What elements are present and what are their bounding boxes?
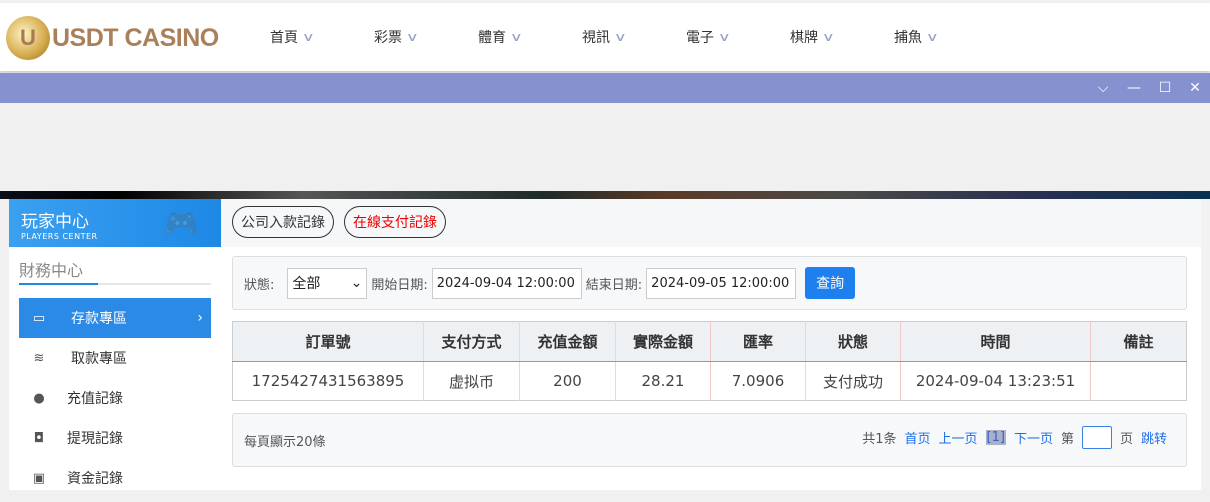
wallet-icon: ◘ xyxy=(33,430,45,446)
col-status: 狀態 xyxy=(805,321,901,362)
logo-text: USDT CASINO xyxy=(52,23,219,52)
current-page[interactable]: [1] xyxy=(985,430,1006,445)
close-icon[interactable]: ✕ xyxy=(1180,73,1210,103)
pagination-bar: 每頁顯示20條 共1条 首页 上一页 [1] 下一页 第 页 跳转 xyxy=(232,413,1187,467)
sidebar-item-label: 取款專區 xyxy=(71,351,127,367)
table-header-row: 訂單號 支付方式 充值金額 實際金額 匯率 狀態 時間 備註 xyxy=(232,321,1187,362)
hand-money-icon: ≋ xyxy=(33,350,45,366)
col-recharge-amount: 充值金額 xyxy=(519,321,616,362)
logo[interactable]: U USDT CASINO xyxy=(6,16,219,60)
goto-suffix: 页 xyxy=(1119,432,1133,447)
col-order-no: 訂單號 xyxy=(232,321,424,362)
card-icon: ▭ xyxy=(32,310,46,326)
main-content: 公司入款記錄 在線支付記錄 狀態: 全部 ⌄ 開始日期: 2024-09-04 1… xyxy=(221,199,1201,490)
sidebar-item-recharge-records[interactable]: ● 充值記錄 xyxy=(19,378,211,418)
section-title: 財務中心 xyxy=(19,257,211,285)
status-value: 全部 xyxy=(292,276,321,292)
sidebar-item-fund-records[interactable]: ▣ 資金記錄 xyxy=(19,458,211,498)
coins-icon: ▣ xyxy=(32,470,46,486)
main-nav: 首頁 ∨ 彩票 ∨ 體育 ∨ 視訊 ∨ 電子 ∨ 棋牌 ∨ 捕魚 ∨ xyxy=(270,3,998,71)
cell-order-no: 1725427431563895 xyxy=(232,361,424,401)
top-navbar: U USDT CASINO 首頁 ∨ 彩票 ∨ 體育 ∨ 視訊 ∨ 電子 ∨ 棋牌 ∨ 捕魚… xyxy=(0,3,1210,71)
sidebar-item-deposit[interactable]: ▭ 存款專區 › xyxy=(19,298,211,338)
scrollbar[interactable] xyxy=(1201,199,1210,490)
sidebar-item-withdraw-records[interactable]: ◘ 提現記錄 xyxy=(19,418,211,458)
nav-label: 棋牌 xyxy=(790,30,818,46)
page-number-input[interactable] xyxy=(1081,426,1112,449)
cell-rate: 7.0906 xyxy=(710,361,806,401)
sidebar-item-withdraw[interactable]: ≋ 取款專區 xyxy=(19,338,211,378)
tab-company-deposit[interactable]: 公司入款記錄 xyxy=(232,206,334,238)
first-page-link[interactable]: 首页 xyxy=(904,428,930,447)
nav-label: 彩票 xyxy=(374,30,402,46)
chevron-down-icon[interactable]: ⌵ xyxy=(1088,73,1118,103)
records-table: 訂單號 支付方式 充值金額 實際金額 匯率 狀態 時間 備註 172542743… xyxy=(232,321,1187,401)
minimize-icon[interactable]: — xyxy=(1119,73,1149,103)
nav-sports[interactable]: 體育 ∨ xyxy=(478,27,582,47)
start-date-label: 開始日期: xyxy=(371,277,428,293)
table-row: 1725427431563895 虚拟币 200 28.21 7.0906 支付… xyxy=(232,361,1187,401)
chevron-down-icon: ∨ xyxy=(613,30,627,44)
sidebar-item-label: 充值記錄 xyxy=(67,391,123,407)
chevron-down-icon: ∨ xyxy=(821,30,835,44)
per-page-text: 每頁顯示20條 xyxy=(244,435,326,450)
query-button[interactable]: 查詢 xyxy=(805,267,856,299)
col-time: 時間 xyxy=(900,321,1091,362)
logo-coin-icon: U xyxy=(6,16,50,60)
cell-status: 支付成功 xyxy=(805,361,901,401)
sidebar-item-label: 資金記錄 xyxy=(67,471,123,487)
sidebar: 玩家中心 PLAYERS CENTER 🎮 財務中心 ▭ 存款專區 › ≋ 取款專區 … xyxy=(9,199,221,490)
sidebar-item-label: 存款專區 xyxy=(71,311,127,327)
nav-label: 體育 xyxy=(478,30,506,46)
next-page-link[interactable]: 下一页 xyxy=(1014,428,1053,447)
chevron-right-icon: › xyxy=(197,310,203,326)
col-remark: 備註 xyxy=(1090,321,1187,362)
sidebar-item-label: 提現記錄 xyxy=(67,431,123,447)
col-actual-amount: 實際金額 xyxy=(615,321,711,362)
end-date-label: 結束日期: xyxy=(585,277,643,293)
record-tabs: 公司入款記錄 在線支付記錄 xyxy=(232,206,446,238)
nav-slots[interactable]: 電子 ∨ xyxy=(686,27,790,47)
cell-remark xyxy=(1091,362,1187,401)
end-date-input[interactable]: 2024-09-05 12:00:00 xyxy=(646,267,797,299)
pagination: 共1条 首页 上一页 [1] 下一页 第 页 跳转 xyxy=(862,426,1167,449)
cell-payment-method: 虚拟币 xyxy=(423,361,520,401)
cell-actual-amount: 28.21 xyxy=(615,361,711,401)
maximize-icon[interactable]: ☐ xyxy=(1150,73,1180,103)
nav-cards[interactable]: 棋牌 ∨ xyxy=(790,27,894,47)
players-center-header: 玩家中心 PLAYERS CENTER 🎮 xyxy=(9,199,221,247)
chevron-down-icon: ∨ xyxy=(509,30,523,44)
nav-lottery[interactable]: 彩票 ∨ xyxy=(374,27,478,47)
chevron-down-icon: ∨ xyxy=(717,30,731,44)
background-banner xyxy=(0,191,1210,199)
nav-label: 視訊 xyxy=(582,30,610,46)
chevron-down-icon: ∨ xyxy=(925,30,939,44)
chevron-down-icon: ∨ xyxy=(301,30,315,44)
filter-bar: 狀態: 全部 ⌄ 開始日期: 2024-09-04 12:00:00 結束日期: … xyxy=(232,256,1187,310)
nav-label: 電子 xyxy=(686,30,714,46)
chevron-down-icon: ∨ xyxy=(405,30,419,44)
total-count: 共1条 xyxy=(862,432,897,447)
nav-label: 首頁 xyxy=(270,30,298,46)
nav-live[interactable]: 視訊 ∨ xyxy=(582,27,686,47)
goto-prefix: 第 xyxy=(1060,432,1074,447)
goto-page-link[interactable]: 跳转 xyxy=(1141,428,1167,447)
money-bag-icon: ● xyxy=(33,390,45,406)
nav-label: 捕魚 xyxy=(894,30,922,46)
status-label: 狀態: xyxy=(244,277,275,293)
col-payment-method: 支付方式 xyxy=(423,321,520,362)
records-panel: 狀態: 全部 ⌄ 開始日期: 2024-09-04 12:00:00 結束日期: … xyxy=(221,247,1201,490)
status-select[interactable]: 全部 ⌄ xyxy=(287,267,368,299)
window-titlebar: ⌵ — ☐ ✕ xyxy=(0,73,1210,103)
nav-fishing[interactable]: 捕魚 ∨ xyxy=(894,27,998,47)
cell-recharge-amount: 200 xyxy=(519,361,616,401)
nav-home[interactable]: 首頁 ∨ xyxy=(270,27,374,47)
gamepad-icon: 🎮 xyxy=(164,207,199,240)
cell-time: 2024-09-04 13:23:51 xyxy=(900,361,1091,401)
chevron-down-icon: ⌄ xyxy=(350,275,363,291)
start-date-input[interactable]: 2024-09-04 12:00:00 xyxy=(431,267,582,299)
tab-online-payment[interactable]: 在線支付記錄 xyxy=(344,206,446,238)
col-rate: 匯率 xyxy=(710,321,806,362)
prev-page-link[interactable]: 上一页 xyxy=(939,428,978,447)
